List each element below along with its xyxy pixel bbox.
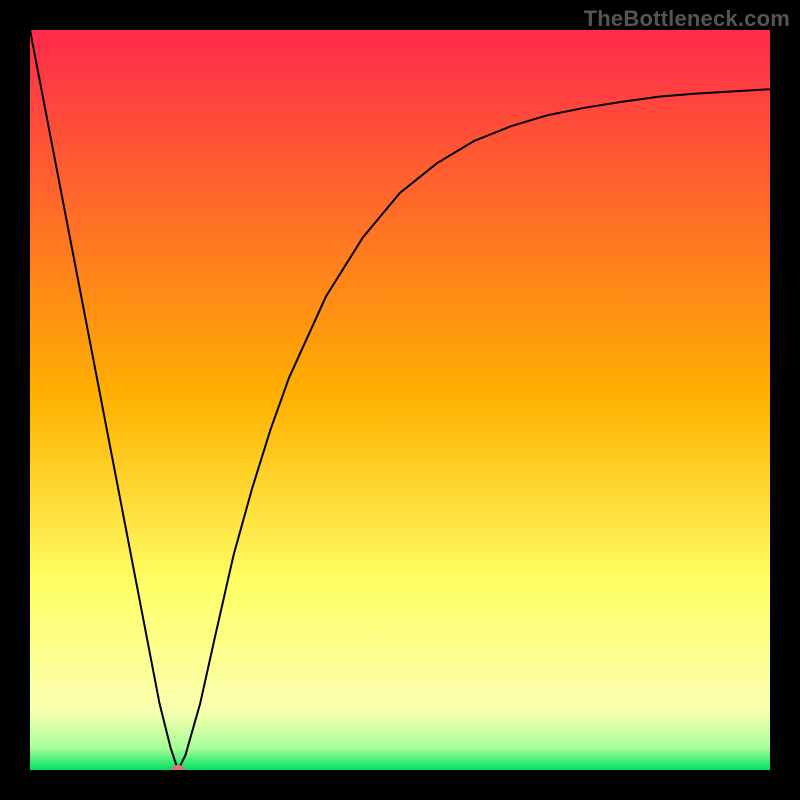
chart-frame: TheBottleneck.com: [0, 0, 800, 800]
bottleneck-chart: [30, 30, 770, 770]
chart-background: [30, 30, 770, 770]
watermark-text: TheBottleneck.com: [584, 6, 790, 32]
